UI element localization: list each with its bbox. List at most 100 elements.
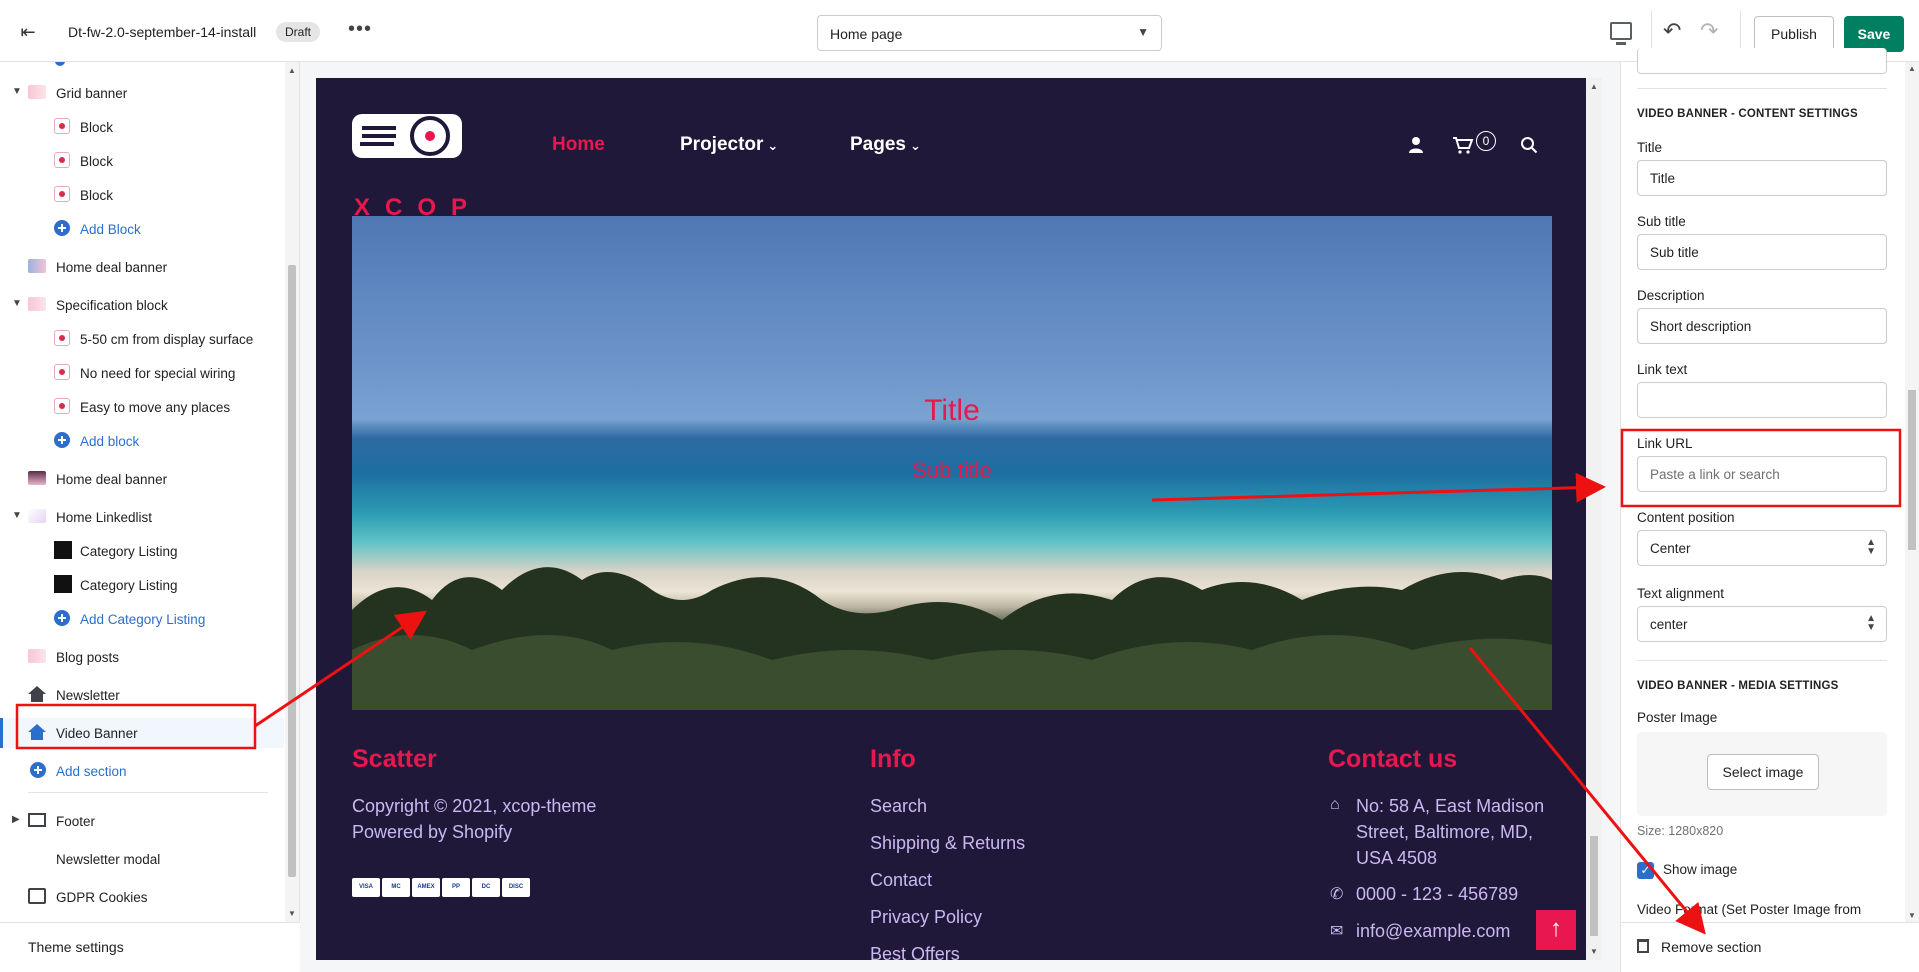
desktop-view-icon[interactable] xyxy=(1610,22,1632,45)
subtitle-label: Sub title xyxy=(1637,214,1686,229)
trash-icon xyxy=(1637,939,1649,953)
settings-scrollbar[interactable]: ▲ ▼ xyxy=(1905,62,1919,922)
footer-link-privacy[interactable]: Privacy Policy xyxy=(870,907,982,928)
sidebar-item-video-banner[interactable]: Video Banner xyxy=(0,718,284,748)
category-image-icon xyxy=(54,541,72,559)
sidebar-item-home-deal-banner[interactable]: Home deal banner xyxy=(0,252,284,282)
sidebar-item-block[interactable]: Block xyxy=(0,112,284,142)
sidebar-item-newsletter[interactable]: Newsletter xyxy=(0,680,284,710)
sidebar-item-gdpr-cookies[interactable]: GDPR Cookies xyxy=(0,882,284,912)
nav-label: Home xyxy=(552,134,605,155)
select-arrows-icon: ▲ ▼ xyxy=(1866,613,1876,633)
sidebar-item-block[interactable]: Easy to move any places xyxy=(0,392,284,422)
paypal-icon: PP xyxy=(442,878,470,897)
preview-scrollbar[interactable]: ▲ ▼ xyxy=(1586,78,1602,960)
banner-icon xyxy=(28,471,46,485)
nav-home[interactable]: Home xyxy=(552,134,605,156)
caret-down-icon[interactable]: ▼ xyxy=(12,86,22,97)
video-banner[interactable]: Title Sub title xyxy=(352,216,1552,710)
sidebar-item-block[interactable]: Block xyxy=(0,180,284,210)
select-image-button[interactable]: Select image xyxy=(1707,754,1819,790)
footer-link-best-offers[interactable]: Best Offers xyxy=(870,944,960,960)
copyright-text: Copyright © 2021, xcop-theme xyxy=(352,796,597,816)
nav-projector[interactable]: Projector ⌄ xyxy=(680,134,778,156)
scroll-down-icon[interactable]: ▼ xyxy=(1908,911,1916,920)
sidebar-item-label: Add section xyxy=(56,764,127,779)
subtitle-input[interactable] xyxy=(1637,234,1887,270)
sidebar-item-label: Home deal banner xyxy=(56,472,168,487)
sidebar-scrollbar[interactable]: ▲ ▼ xyxy=(285,62,299,922)
exit-icon[interactable]: ⇤ xyxy=(16,20,40,44)
powered-by-link[interactable]: Powered by Shopify xyxy=(352,822,512,843)
footer-heading-info: Info xyxy=(870,745,916,773)
scroll-down-icon[interactable]: ▼ xyxy=(288,909,296,918)
remove-section-label: Remove section xyxy=(1661,939,1762,955)
undo-icon[interactable]: ↶ xyxy=(1663,18,1681,44)
sidebar-item-block[interactable]: Block xyxy=(0,146,284,176)
section-settings-panel: VIDEO BANNER - CONTENT SETTINGS Title Su… xyxy=(1620,48,1919,972)
caret-right-icon[interactable]: ▶ xyxy=(12,814,20,825)
banner-icon xyxy=(28,509,46,523)
sidebar-item-specification-block[interactable]: ▼ Specification block xyxy=(0,290,284,320)
scroll-up-icon[interactable]: ▲ xyxy=(1908,64,1916,73)
account-icon[interactable] xyxy=(1408,136,1424,159)
caret-down-icon[interactable]: ▼ xyxy=(12,298,22,309)
scrollbar-thumb[interactable] xyxy=(1590,836,1598,936)
scrollbar-thumb[interactable] xyxy=(288,265,296,877)
sidebar-item-blog-posts[interactable]: Blog posts xyxy=(0,642,284,672)
video-format-label: Video Format (Set Poster Image from xyxy=(1637,902,1862,917)
section-icon xyxy=(28,686,46,702)
amex-icon: AMEX xyxy=(412,878,440,897)
sidebar-item-block[interactable]: 5-50 cm from display surface xyxy=(0,324,284,354)
scroll-up-icon[interactable]: ▲ xyxy=(1590,82,1598,91)
scroll-down-icon[interactable]: ▼ xyxy=(1590,947,1598,956)
title-input[interactable] xyxy=(1637,160,1887,196)
add-block-button[interactable]: Add block xyxy=(0,426,284,456)
sidebar-item-label: Newsletter modal xyxy=(56,852,161,867)
remove-section-button[interactable]: Remove section xyxy=(1621,922,1919,972)
link-text-input[interactable] xyxy=(1637,382,1887,418)
show-image-checkbox[interactable]: ✓ xyxy=(1637,862,1654,879)
add-section-button[interactable]: Add section xyxy=(0,756,284,786)
sidebar-item-block[interactable]: No need for special wiring xyxy=(0,358,284,388)
footer-link-shipping[interactable]: Shipping & Returns xyxy=(870,833,1025,854)
cart-icon[interactable] xyxy=(1452,136,1474,159)
scroll-up-icon[interactable]: ▲ xyxy=(288,66,296,75)
sidebar-item-newsletter-modal[interactable]: Newsletter modal xyxy=(0,844,284,874)
sidebar-item-block[interactable]: Category Listing xyxy=(0,570,284,600)
more-actions-icon[interactable]: ••• xyxy=(348,18,372,41)
publish-button[interactable]: Publish xyxy=(1754,16,1834,52)
save-button[interactable]: Save xyxy=(1844,16,1904,52)
sidebar-item-home-deal-banner[interactable]: Home deal banner xyxy=(0,464,284,494)
previous-field[interactable] xyxy=(1637,48,1887,74)
store-logo[interactable]: XCOP xyxy=(352,114,467,224)
add-block-button[interactable]: Add Block xyxy=(0,214,284,244)
add-category-listing-button[interactable]: Add Category Listing xyxy=(0,604,284,634)
poster-image-label: Poster Image xyxy=(1637,710,1718,725)
content-position-select[interactable]: Center ▲ ▼ xyxy=(1637,530,1887,566)
text-alignment-select[interactable]: center ▲ ▼ xyxy=(1637,606,1887,642)
footer-link-contact[interactable]: Contact xyxy=(870,870,932,891)
description-input[interactable] xyxy=(1637,308,1887,344)
theme-settings-button[interactable]: Theme settings xyxy=(0,922,300,972)
link-url-label: Link URL xyxy=(1637,436,1693,451)
media-settings-heading: VIDEO BANNER - MEDIA SETTINGS xyxy=(1637,680,1839,692)
caret-down-icon[interactable]: ▼ xyxy=(12,510,22,521)
search-icon[interactable] xyxy=(1520,136,1538,159)
sidebar-item-footer[interactable]: ▶ Footer xyxy=(0,806,284,836)
nav-label: Pages xyxy=(850,134,906,155)
sidebar-item-block[interactable]: Category Listing xyxy=(0,536,284,566)
footer-heading-scatter: Scatter xyxy=(352,745,437,773)
link-url-input[interactable] xyxy=(1637,456,1887,492)
block-icon xyxy=(54,330,70,346)
back-to-top-button[interactable]: ↑ xyxy=(1536,910,1576,950)
sidebar-item-grid-banner[interactable]: ▼ Grid banner xyxy=(0,78,284,108)
footer-link-search[interactable]: Search xyxy=(870,796,927,817)
email-link[interactable]: info@example.com xyxy=(1356,921,1510,942)
block-icon xyxy=(54,152,70,168)
sidebar-item-home-linkedlist[interactable]: ▼ Home Linkedlist xyxy=(0,502,284,532)
page-select[interactable]: Home page ▼ xyxy=(817,15,1162,51)
nav-pages[interactable]: Pages ⌄ xyxy=(850,134,921,156)
redo-icon[interactable]: ↷ xyxy=(1700,18,1718,44)
scrollbar-thumb[interactable] xyxy=(1908,390,1916,550)
